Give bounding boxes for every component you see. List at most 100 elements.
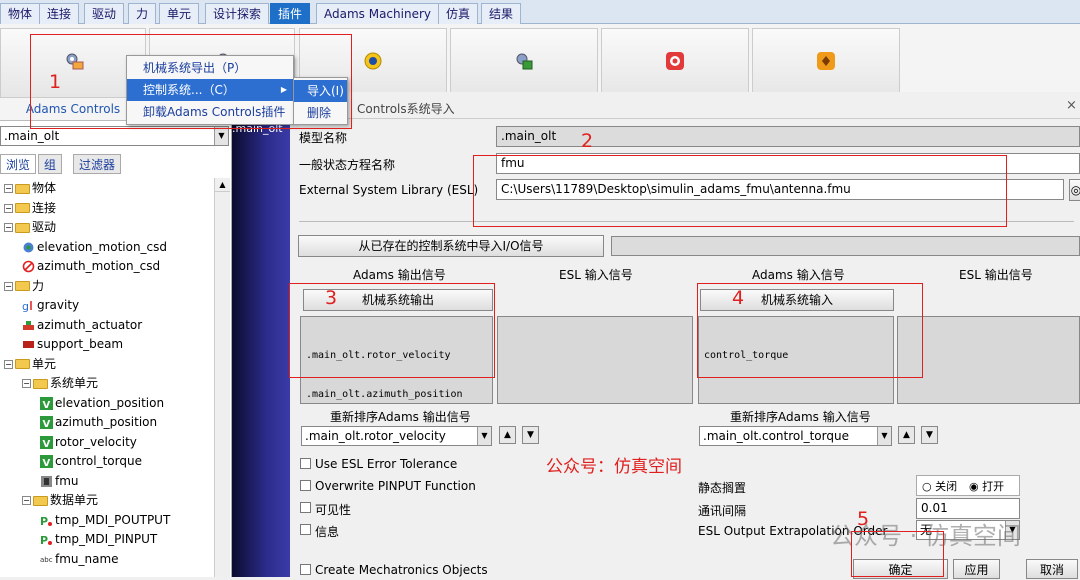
overwrite-pinput-checkbox[interactable]: [300, 480, 311, 491]
close-icon[interactable]: ×: [1066, 98, 1077, 113]
expand-icon[interactable]: −: [4, 184, 13, 193]
move-up-icon[interactable]: ▲: [499, 426, 516, 444]
radio-off[interactable]: ○ 关闭: [922, 478, 957, 494]
tab-browse[interactable]: 浏览: [0, 154, 37, 174]
tree-item[interactable]: Ptmp_MDI_POUTPUT: [40, 511, 170, 530]
menu-item-control-system[interactable]: 控制系统...（C） ▶: [127, 79, 293, 101]
plugin-button-5[interactable]: [601, 28, 749, 98]
tree-item[interactable]: − 连接: [4, 199, 56, 218]
move-up-icon[interactable]: ▲: [898, 426, 915, 444]
expand-icon[interactable]: −: [22, 496, 31, 505]
mech-input-button[interactable]: 机械系统输入: [700, 289, 894, 311]
tree-item-label: 连接: [32, 200, 57, 215]
apply-button[interactable]: 应用: [953, 559, 1000, 579]
browse-icon[interactable]: ◎: [1069, 179, 1080, 201]
annotation-number-1: 1: [49, 71, 62, 93]
tree-item-label: azimuth_actuator: [37, 317, 143, 332]
tab-bodies[interactable]: 物体: [0, 3, 41, 24]
adams-input-header: Adams 输入信号: [752, 268, 845, 282]
esl-output-list[interactable]: [897, 316, 1080, 404]
gse-name-field[interactable]: fmu: [496, 153, 1080, 174]
import-io-button[interactable]: 从已存在的控制系统中导入I/O信号: [298, 235, 604, 257]
esl-input-list[interactable]: [497, 316, 693, 404]
import-io-field[interactable]: [611, 236, 1080, 256]
tree-item-label: control_torque: [55, 454, 142, 468]
info-checkbox[interactable]: [300, 524, 311, 535]
expand-icon[interactable]: −: [22, 379, 31, 388]
viewport-strip: .main_olt: [232, 121, 290, 577]
chevron-down-icon[interactable]: ▼: [877, 427, 891, 445]
chevron-down-icon[interactable]: ▼: [214, 127, 228, 145]
tab-elements[interactable]: 单元: [159, 3, 200, 24]
radio-on[interactable]: ◉ 打开: [969, 478, 1004, 494]
expand-icon[interactable]: −: [4, 203, 13, 213]
adams-input-list[interactable]: control_torque: [698, 316, 894, 404]
menu-item-delete[interactable]: 删除: [294, 102, 347, 124]
tab-design-exploration[interactable]: 设计探索: [205, 3, 270, 24]
list-item[interactable]: control_torque: [704, 349, 888, 362]
tab-filters[interactable]: 过滤器: [73, 154, 122, 174]
tab-adams-machinery[interactable]: Adams Machinery: [316, 3, 439, 24]
tree-item-label: azimuth_position: [55, 415, 158, 429]
string-icon: abc: [40, 552, 55, 566]
visibility-checkbox[interactable]: [300, 502, 311, 513]
tree-item[interactable]: support_beam: [22, 335, 123, 354]
tree-item[interactable]: abc fmu_name: [40, 550, 119, 569]
tree-item[interactable]: elevation_motion_csd: [22, 238, 167, 257]
adams-output-list[interactable]: .main_olt.rotor_velocity .main_olt.azimu…: [300, 316, 493, 404]
expand-icon[interactable]: −: [4, 359, 13, 369]
tree-item[interactable]: Ptmp_MDI_PINPUT: [40, 530, 157, 549]
menu-item-import[interactable]: 导入(I): [294, 80, 347, 102]
tree-item[interactable]: − 系统单元: [22, 374, 98, 393]
tree-item[interactable]: Velevation_position: [40, 394, 164, 413]
tree-item[interactable]: − 单元: [4, 355, 56, 374]
tree-item-label: elevation_motion_csd: [37, 239, 168, 254]
plugin-button-4[interactable]: [450, 28, 598, 98]
tree-item[interactable]: Vazimuth_position: [40, 413, 157, 432]
reorder-output-combo[interactable]: .main_olt.rotor_velocity ▼: [301, 426, 492, 446]
tab-motions[interactable]: 驱动: [84, 3, 125, 24]
plugin-context-menu: 机械系统导出（P） 控制系统...（C） ▶ 卸载Adams Controls插件: [126, 55, 294, 125]
tree-item[interactable]: Vcontrol_torque: [40, 452, 142, 471]
tree-item[interactable]: − 驱动: [4, 218, 56, 237]
tab-connectors[interactable]: 连接: [39, 3, 80, 24]
move-down-icon[interactable]: ▼: [522, 426, 539, 444]
list-item[interactable]: .main_olt.azimuth_position: [306, 388, 487, 401]
chevron-down-icon[interactable]: ▼: [477, 427, 491, 445]
list-item[interactable]: .main_olt.rotor_velocity: [306, 349, 487, 362]
expand-icon[interactable]: −: [4, 281, 13, 291]
tab-simulation[interactable]: 仿真: [438, 3, 479, 24]
plugin-button-6[interactable]: [752, 28, 900, 98]
tab-groups[interactable]: 组: [38, 154, 63, 174]
model-name-label: 模型名称: [299, 131, 348, 145]
scroll-up-icon[interactable]: ▲: [215, 178, 230, 192]
tree-item[interactable]: − 力: [4, 277, 44, 296]
mechatronics-checkbox[interactable]: [300, 564, 311, 575]
menu-item-export-mech[interactable]: 机械系统导出（P）: [127, 57, 293, 79]
tree-item[interactable]: azimuth_actuator: [22, 316, 142, 335]
esl-error-tolerance-checkbox[interactable]: [300, 458, 311, 469]
tab-plugins[interactable]: 插件: [270, 3, 311, 24]
tree-item[interactable]: Vrotor_velocity: [40, 433, 137, 452]
tree-item[interactable]: g gravity: [22, 296, 79, 315]
menu-item-unload-plugin[interactable]: 卸载Adams Controls插件: [127, 101, 293, 123]
ok-button[interactable]: 确定: [853, 559, 948, 579]
reorder-input-value: .main_olt.control_torque: [703, 429, 849, 443]
move-down-icon[interactable]: ▼: [921, 426, 938, 444]
esl-path-field[interactable]: C:\Users\11789\Desktop\simulin_adams_fmu…: [496, 179, 1064, 200]
tab-results[interactable]: 结果: [481, 3, 522, 24]
tree-scrollbar[interactable]: ▲: [214, 178, 230, 577]
tree-item[interactable]: − 物体: [4, 179, 56, 198]
expand-icon[interactable]: −: [4, 223, 13, 232]
controls-import-dialog: Controls系统导入 × 模型名称 .main_olt 一般状态方程名称 f…: [290, 92, 1080, 579]
adams-controls-button[interactable]: Adams Controls: [0, 28, 146, 116]
tree-item[interactable]: fmu: [40, 472, 79, 491]
folder-icon: [33, 495, 48, 506]
folder-icon: [33, 378, 48, 389]
reorder-input-combo[interactable]: .main_olt.control_torque ▼: [699, 426, 892, 446]
tree-item[interactable]: azimuth_motion_csd: [22, 257, 160, 276]
tree-item[interactable]: − 数据单元: [22, 491, 98, 510]
tab-forces[interactable]: 力: [128, 3, 157, 24]
cancel-button[interactable]: 取消: [1026, 559, 1078, 579]
model-combo[interactable]: .main_olt ▼: [0, 126, 229, 146]
